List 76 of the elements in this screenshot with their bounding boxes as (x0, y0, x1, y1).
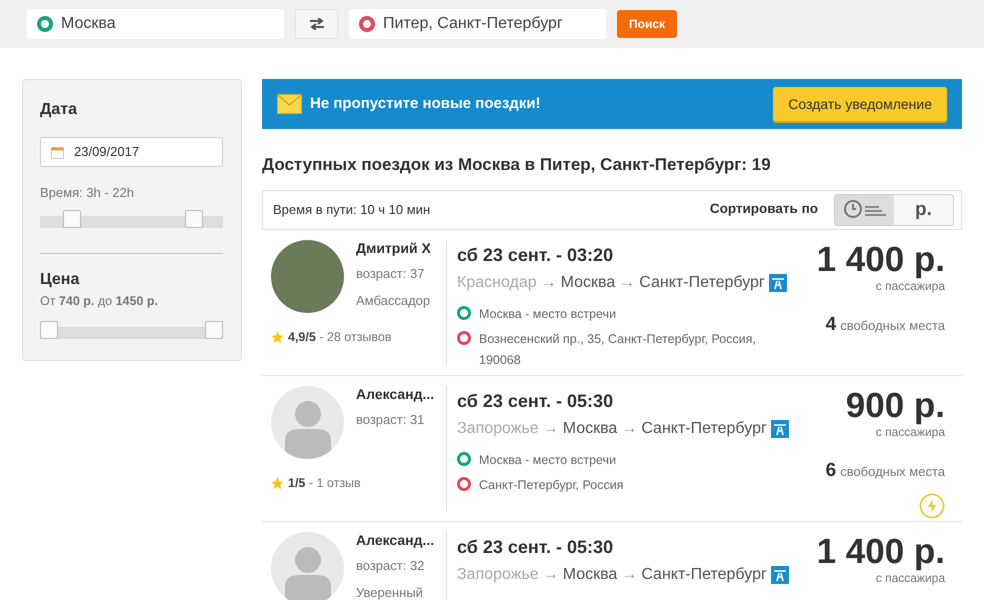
filter-title: Цена (40, 270, 80, 290)
person-silhouette-icon (282, 398, 332, 458)
driver-name: Александ... (356, 532, 434, 548)
results-title: Доступных поездок из Москва в Питер, Санкт-Петербург: 19 (262, 154, 772, 176)
time-slider[interactable] (40, 212, 223, 230)
pickup-marker-icon (457, 306, 471, 320)
route-arrow: → (619, 272, 636, 292)
time-label: Время: 3h - 22h (40, 184, 136, 202)
slider-thumb[interactable] (185, 210, 204, 228)
driver-name: Дмитрий Х (356, 240, 431, 256)
from-field[interactable]: Москва (27, 9, 284, 39)
swap-button[interactable] (295, 9, 338, 39)
rating-text: 1/5 - 1 отзыв (288, 474, 361, 492)
route-arrow: → (621, 418, 638, 438)
star-icon (271, 476, 284, 490)
filter-title: Дата (40, 100, 78, 120)
route-city: Москва (562, 418, 618, 438)
pickup-marker-icon (457, 452, 471, 466)
star-icon (271, 330, 284, 344)
sort-by-price-button[interactable]: р. (894, 194, 953, 224)
person-silhouette-icon (282, 544, 332, 600)
stop-address: Вознесенский пр., 35, Санкт-Петербург, Россия, 190068 (479, 330, 757, 369)
route-arrow: → (621, 564, 638, 584)
trip-datetime: сб 23 сент. - 05:30 (457, 390, 614, 412)
origin-marker-icon (37, 16, 53, 32)
trip-price: 1 400 р. (816, 242, 945, 276)
route-city: Запорожье (457, 564, 539, 584)
driver-age: возраст: 37 (356, 265, 426, 284)
price-label: От 740 р. до 1450 р. (40, 292, 159, 310)
route-city: Запорожье (457, 418, 539, 438)
dropoff-marker-icon (457, 476, 471, 491)
alert-text: Не пропустите новые поездки! (310, 94, 542, 114)
calendar-icon (51, 146, 64, 158)
seats-label: свободных места (840, 462, 945, 481)
driver-name: Александ... (356, 386, 434, 402)
seat-count: 6 (826, 458, 836, 482)
price-note: с пассажира (876, 424, 945, 440)
route-city: Санкт-Петербург (641, 418, 767, 438)
trip-datetime: сб 23 сент. - 05:30 (457, 536, 614, 558)
route-city: Санкт-Петербург (639, 272, 765, 292)
to-field[interactable]: Питер, Санкт-Петербург (349, 9, 606, 39)
price-note: с пассажира (876, 570, 945, 586)
seat-count: 4 (826, 312, 836, 336)
seats-label: свободных места (840, 316, 945, 335)
sort-label: Сортировать по (710, 200, 818, 218)
duration-text: Время в пути: 10 ч 10 мин (273, 200, 432, 219)
driver-level: Амбассадор (356, 292, 431, 310)
route-city: Москва (562, 564, 618, 584)
price-note: с пассажира (876, 278, 945, 294)
slider-thumb[interactable] (40, 321, 58, 340)
create-alert-button[interactable]: Создать уведомление (773, 87, 947, 121)
sort-by-time-button[interactable] (835, 194, 894, 224)
rating-text: 4,9/5 - 28 отзывов (288, 328, 392, 346)
route-city: Санкт-Петербург (641, 564, 767, 584)
stop-address: Санкт-Петербург, Россия (479, 476, 624, 494)
trip-price: 900 р. (846, 388, 945, 422)
destination-marker-icon (359, 16, 375, 32)
stop-address: Москва - место встречи (479, 452, 616, 469)
swap-arrows-icon (308, 18, 324, 30)
driver-level: Уверенный (356, 584, 424, 600)
route-arrow: → (542, 418, 559, 438)
envelope-icon (277, 94, 302, 114)
trip-datetime: сб 23 сент. - 03:20 (457, 244, 614, 266)
driver-age: возраст: 31 (356, 411, 426, 430)
date-field[interactable]: 23/09/2017 (40, 137, 223, 167)
route-city: Краснодар (457, 272, 537, 292)
slider-thumb[interactable] (63, 210, 82, 228)
clock-list-icon (844, 199, 886, 220)
driver-age: возраст: 32 (356, 557, 426, 576)
dropoff-marker-icon (457, 330, 471, 345)
route-arrow: → (542, 564, 559, 584)
route-city: Москва (560, 272, 616, 292)
route-arrow: → (540, 272, 557, 292)
trip-price: 1 400 р. (816, 534, 945, 568)
slider-thumb[interactable] (205, 321, 223, 340)
stop-address: Москва - место встречи (479, 306, 616, 323)
